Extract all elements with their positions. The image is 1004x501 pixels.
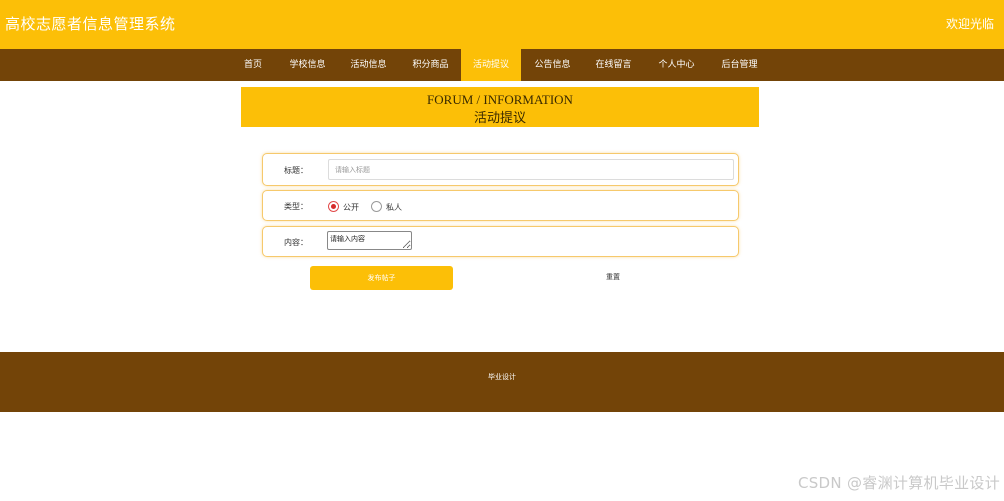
banner-title-en: FORUM / INFORMATION — [427, 92, 573, 107]
welcome-text: 欢迎光临 — [945, 17, 994, 31]
form-row-type: 类型： 公开 私人 — [262, 190, 739, 221]
nav-item-admin[interactable]: 后台管理 — [712, 49, 767, 81]
nav-item-online-messages[interactable]: 在线留言 — [586, 49, 641, 81]
watermark: CSDN @睿渊计算机毕业设计 — [797, 474, 1000, 492]
publish-post-button[interactable]: 发布帖子 — [310, 266, 453, 290]
radio-public-label[interactable]: 公开 — [343, 202, 359, 213]
page-footer: 毕业设计 — [0, 352, 1004, 412]
type-label: 类型： — [284, 202, 308, 211]
footer-text: 毕业设计 — [488, 373, 516, 381]
content-textarea[interactable] — [327, 231, 412, 250]
nav-item-school-info[interactable]: 学校信息 — [280, 49, 335, 81]
form-row-content: 内容： — [262, 226, 739, 257]
radio-private[interactable] — [371, 201, 382, 212]
title-label: 标题： — [284, 166, 308, 175]
reset-button[interactable]: 重置 — [606, 272, 620, 282]
nav-item-activity-proposal[interactable]: 活动提议 — [461, 49, 521, 81]
main-nav: 首页 学校信息 活动信息 积分商品 活动提议 公告信息 在线留言 个人中心 后台… — [0, 49, 1004, 81]
page-banner: FORUM / INFORMATION 活动提议 — [241, 87, 759, 127]
title-input[interactable] — [328, 159, 734, 180]
nav-item-points-goods[interactable]: 积分商品 — [403, 49, 458, 81]
top-header: 高校志愿者信息管理系统 欢迎光临 — [0, 0, 1004, 49]
content-label: 内容： — [284, 238, 308, 247]
nav-item-announcements[interactable]: 公告信息 — [525, 49, 580, 81]
nav-item-activity-info[interactable]: 活动信息 — [341, 49, 396, 81]
site-title: 高校志愿者信息管理系统 — [5, 15, 176, 33]
nav-item-home[interactable]: 首页 — [233, 49, 273, 81]
radio-private-label[interactable]: 私人 — [386, 202, 402, 213]
banner-title-cn: 活动提议 — [473, 111, 526, 126]
radio-public[interactable] — [328, 201, 339, 212]
nav-item-personal-center[interactable]: 个人中心 — [649, 49, 704, 81]
form-row-title: 标题： — [262, 153, 739, 186]
